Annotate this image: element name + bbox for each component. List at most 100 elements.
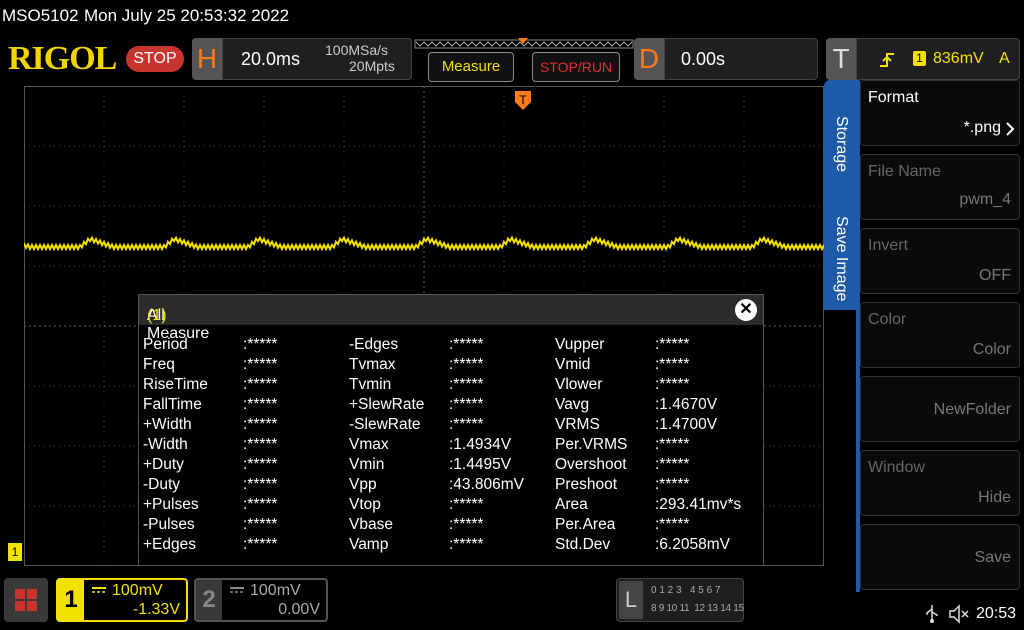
measure-value: :293.41mv*s xyxy=(655,496,742,513)
usb-icon xyxy=(926,605,938,623)
measure-value: :***** xyxy=(243,536,278,553)
window-label: Window xyxy=(868,459,925,476)
ch2-scale: 100mV xyxy=(250,582,301,599)
measure-button[interactable]: Measure xyxy=(428,52,514,82)
speaker-muted-icon[interactable] xyxy=(948,604,972,624)
measure-column-values: :***** :***** :***** :***** :***** :***** :***… xyxy=(243,335,277,555)
ch1-offset-marker[interactable]: 1 xyxy=(8,543,22,561)
measure-value: :***** xyxy=(449,396,484,413)
delay-panel[interactable]: 0.00s xyxy=(664,38,818,80)
file-name-button[interactable]: File Name pwm_4 xyxy=(860,154,1020,220)
trigger-key[interactable]: T xyxy=(826,38,856,80)
invert-value: OFF xyxy=(979,267,1011,284)
format-button[interactable]: Format *.png xyxy=(860,80,1020,146)
measure-name: Std.Dev xyxy=(555,536,611,553)
measure-name: Per.Area xyxy=(555,516,616,533)
window-value: Hide xyxy=(978,489,1011,506)
measure-value: :***** xyxy=(655,516,690,533)
measure-name: Vlower xyxy=(555,376,603,393)
logic-channels-low: 0 1 2 3 4 5 6 7 xyxy=(651,585,721,596)
measure-name: Vmax xyxy=(349,436,389,453)
ch1-offset: -1.33V xyxy=(132,601,180,618)
measure-name: VRMS xyxy=(555,416,600,433)
brand-logo: RIGOL xyxy=(8,40,117,77)
horizontal-panel[interactable]: 20.0ms 100MSa/s 20Mpts xyxy=(222,38,412,80)
color-label: Color xyxy=(868,311,907,328)
measure-column-values: :*****:*****:*****:1.4670V:1.4700V:*****… xyxy=(655,335,741,555)
measure-value: :***** xyxy=(243,396,278,413)
measure-value: :***** xyxy=(449,496,484,513)
measure-name: -Duty xyxy=(143,476,181,493)
delay-key[interactable]: D xyxy=(634,38,664,80)
memory-depth: 20Mpts xyxy=(349,58,395,74)
measure-name: Freq xyxy=(143,356,175,373)
logic-key: L xyxy=(619,581,643,619)
measure-value: :***** xyxy=(449,516,484,533)
measure-value: :***** xyxy=(243,356,278,373)
measure-value: :***** xyxy=(655,356,690,373)
run-state-badge[interactable]: STOP xyxy=(126,46,184,72)
logic-analyzer-status[interactable]: L 0 1 2 3 4 5 6 7 8 9 10 11 12 13 14 15 xyxy=(616,578,744,622)
trigger-level: 836mV xyxy=(933,50,984,67)
ch1-status[interactable]: 1 100mV -1.33V xyxy=(56,578,188,622)
format-value: *.png xyxy=(963,119,1001,136)
ch1-scale: 100mV xyxy=(112,582,163,599)
stop-run-button[interactable]: STOP/RUN xyxy=(532,52,620,82)
measure-name: Vmin xyxy=(349,456,385,473)
window-button[interactable]: Window Hide xyxy=(860,450,1020,516)
measure-name: +Width xyxy=(143,416,192,433)
close-icon[interactable]: ✕ xyxy=(735,299,757,321)
measure-name: RiseTime xyxy=(143,376,208,393)
trigger-panel[interactable]: 1 836mV A xyxy=(856,38,1020,80)
rising-edge-icon xyxy=(880,53,894,67)
measure-name: -Width xyxy=(143,436,188,453)
measure-value: :***** xyxy=(243,436,278,453)
file-name-label: File Name xyxy=(868,163,941,180)
color-button[interactable]: Color Color xyxy=(860,302,1020,368)
measure-name: +Edges xyxy=(143,536,197,553)
measure-value: :***** xyxy=(655,376,690,393)
chevron-right-icon xyxy=(1006,122,1015,136)
measure-value: :1.4495V xyxy=(449,456,512,473)
measure-column-names: Period Freq RiseTime FallTime +Width -Width +D… xyxy=(143,335,208,555)
color-value: Color xyxy=(972,341,1011,358)
horizontal-key[interactable]: H xyxy=(192,38,222,80)
measure-value: :6.2058mV xyxy=(655,536,730,553)
measure-value: :***** xyxy=(243,456,278,473)
new-folder-button[interactable]: NewFolder xyxy=(860,376,1020,442)
file-name-value: pwm_4 xyxy=(959,191,1011,208)
measure-value: :1.4934V xyxy=(449,436,512,453)
measure-value: :43.806mV xyxy=(449,476,524,493)
measure-name: Period xyxy=(143,336,188,353)
save-button[interactable]: Save xyxy=(860,524,1020,590)
measure-name: -Pulses xyxy=(143,516,195,533)
measure-channel: (1) xyxy=(147,307,167,324)
measure-name: Preshoot xyxy=(555,476,618,493)
measure-name: Tvmin xyxy=(349,376,392,393)
measure-value: :***** xyxy=(243,416,278,433)
measure-value: :***** xyxy=(449,376,484,393)
measure-value: :***** xyxy=(243,336,278,353)
measure-name: Vamp xyxy=(349,536,389,553)
measure-name: Vupper xyxy=(555,336,605,353)
ch2-status[interactable]: 2 100mV 0.00V xyxy=(194,578,328,622)
invert-button[interactable]: Invert OFF xyxy=(860,228,1020,294)
tab-storage[interactable]: Storage xyxy=(824,80,858,206)
measure-name: FallTime xyxy=(143,396,202,413)
measure-value: :***** xyxy=(449,356,484,373)
measure-value: :***** xyxy=(243,496,278,513)
measure-window-header[interactable]: All Measure (1) xyxy=(139,295,763,342)
svg-text:T: T xyxy=(519,93,527,107)
measure-name: +SlewRate xyxy=(349,396,425,413)
tab-save-image[interactable]: Save Image xyxy=(824,206,858,310)
home-button[interactable] xyxy=(4,578,48,622)
ch1-number: 1 xyxy=(58,580,84,620)
tab-storage-label: Storage xyxy=(833,116,850,173)
measure-value: :***** xyxy=(243,376,278,393)
measure-name: Tvmax xyxy=(349,356,396,373)
measure-value: :***** xyxy=(449,536,484,553)
ch2-offset: 0.00V xyxy=(278,601,320,618)
measure-name: +Pulses xyxy=(143,496,199,513)
measure-value: :***** xyxy=(655,456,690,473)
memory-position-bar xyxy=(414,38,634,49)
